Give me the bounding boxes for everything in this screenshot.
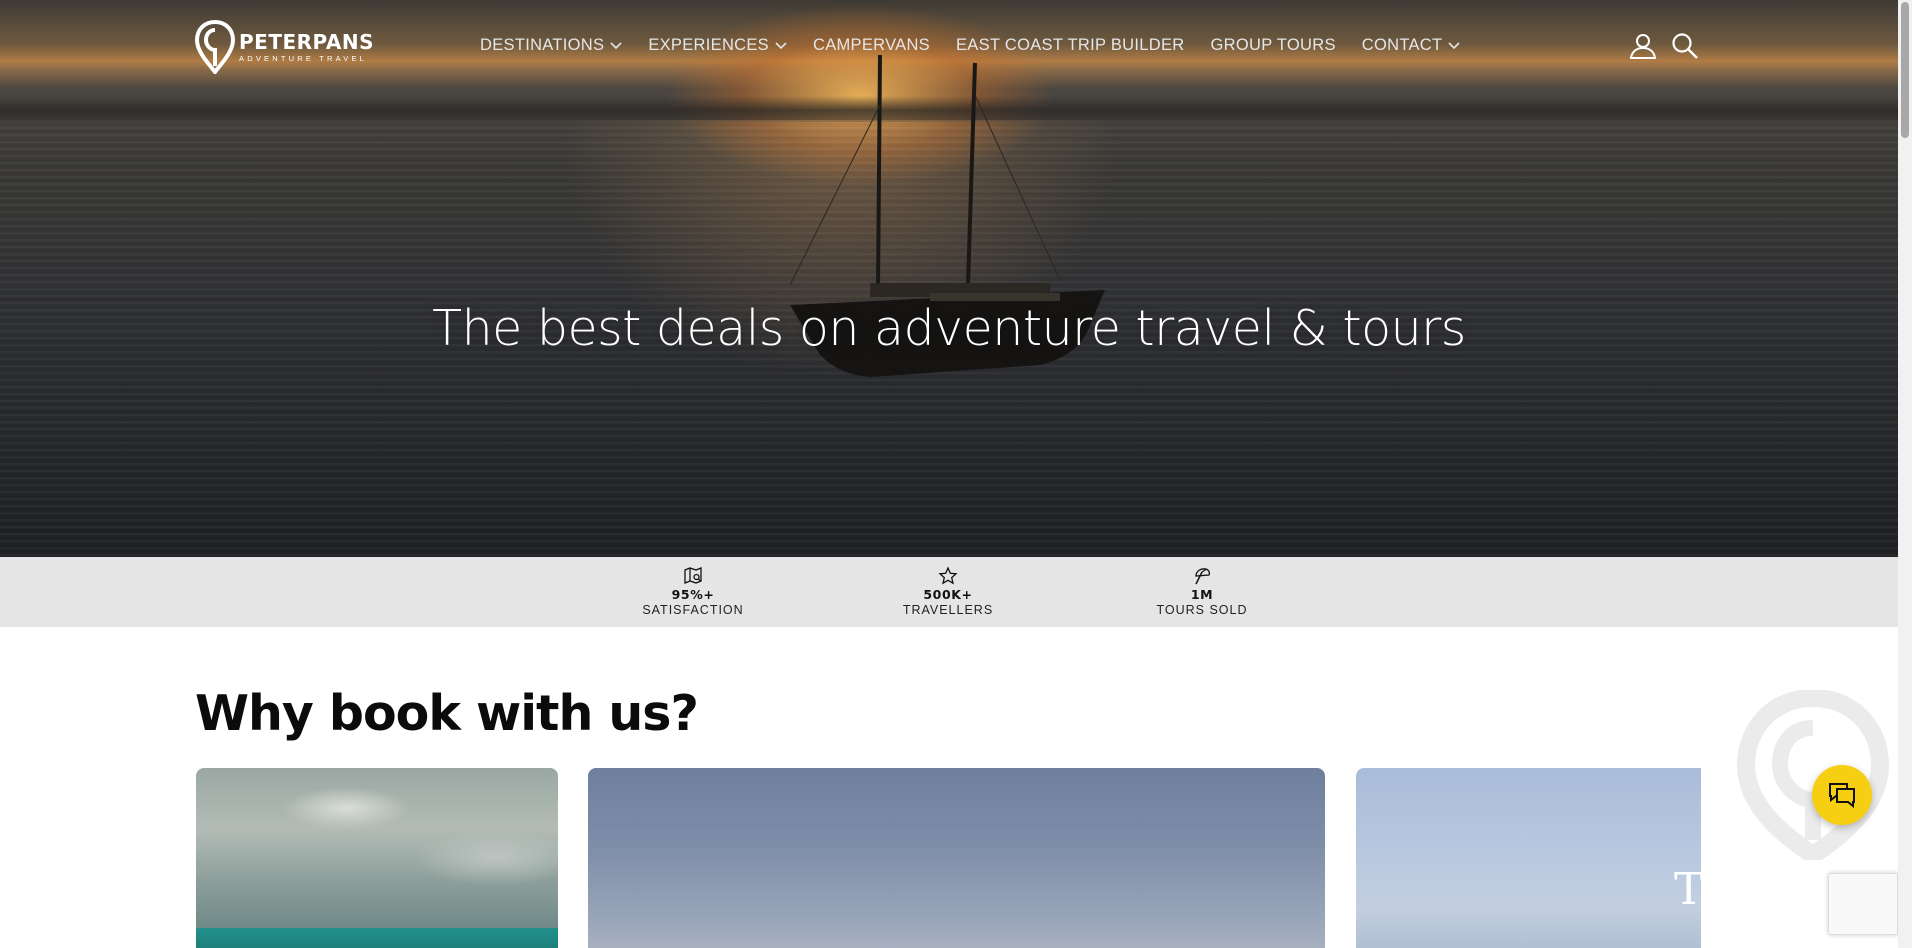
stat-value: 1M — [1190, 587, 1214, 602]
stat-label: SATISFACTION — [642, 603, 744, 617]
stat-value: 95%+ — [671, 587, 715, 602]
logo-name: PETERPANS — [239, 29, 374, 54]
user-icon[interactable] — [1628, 31, 1658, 61]
pin-watermark-icon — [1736, 690, 1890, 860]
header-actions — [1628, 31, 1700, 61]
nav-item-label: CAMPERVANS — [812, 36, 930, 54]
nav-item-label: GROUP TOURS — [1210, 36, 1336, 54]
chat-button[interactable] — [1812, 765, 1872, 825]
card-overlay-text: T — [1674, 864, 1701, 915]
scrollbar-thumb[interactable] — [1901, 2, 1909, 138]
stats-bar: 95%+ SATISFACTION 500K+ TRAVELLERS 1M TO… — [0, 557, 1898, 627]
logo-tagline: ADVENTURE TRAVEL — [239, 53, 368, 63]
nav-item-group-tours[interactable]: GROUP TOURS — [1198, 36, 1349, 55]
nav-item-label: EAST COAST TRIP BUILDER — [956, 36, 1185, 54]
location-pin-icon — [195, 20, 235, 74]
nav-item-contact[interactable]: CONTACT — [1349, 36, 1474, 55]
logo-text: PETERPANS ADVENTURE TRAVEL — [239, 32, 374, 63]
brand-logo[interactable]: PETERPANS ADVENTURE TRAVEL — [195, 20, 374, 74]
page-scrollbar[interactable] — [1898, 0, 1912, 948]
hero-title: The best deals on adventure travel & tou… — [432, 300, 1466, 357]
search-icon[interactable] — [1670, 31, 1700, 61]
sailboat-image — [789, 55, 1105, 377]
hero-banner — [0, 0, 1898, 557]
stat-travellers: 500K+ TRAVELLERS — [878, 566, 1018, 617]
stat-label: TRAVELLERS — [902, 603, 994, 617]
nav-item-label: CONTACT — [1361, 36, 1443, 54]
chevron-down-icon — [610, 41, 622, 49]
nav-item-campervans[interactable]: CAMPERVANS — [800, 36, 943, 55]
main-nav: DESTINATIONS EXPERIENCES CAMPERVANS EAST… — [480, 36, 1473, 55]
why-book-title: Why book with us? — [195, 685, 699, 742]
chevron-down-icon — [1448, 41, 1460, 49]
stat-tours-sold: 1M TOURS SOLD — [1132, 566, 1272, 617]
why-card[interactable]: T — [1356, 768, 1701, 948]
stat-satisfaction: 95%+ SATISFACTION — [623, 566, 763, 617]
beach-umbrella-icon — [1195, 568, 1211, 585]
recaptcha-badge[interactable] — [1828, 873, 1898, 935]
why-card[interactable] — [588, 768, 1325, 948]
stat-label: TOURS SOLD — [1156, 603, 1248, 617]
nav-item-label: DESTINATIONS — [480, 36, 605, 54]
map-search-icon — [684, 567, 702, 584]
why-cards-carousel: T — [196, 768, 1701, 948]
nav-item-label: EXPERIENCES — [648, 36, 769, 54]
chat-bubbles-icon — [1829, 783, 1855, 809]
card-image-clouds — [196, 768, 558, 948]
stat-value: 500K+ — [923, 587, 973, 602]
chevron-down-icon — [775, 41, 787, 49]
why-card[interactable] — [196, 768, 558, 948]
star-icon — [938, 566, 958, 585]
nav-item-experiences[interactable]: EXPERIENCES — [635, 36, 800, 55]
card-image-sea — [196, 928, 558, 948]
nav-item-east-coast-trip-builder[interactable]: EAST COAST TRIP BUILDER — [943, 36, 1198, 55]
nav-item-destinations[interactable]: DESTINATIONS — [480, 36, 635, 55]
